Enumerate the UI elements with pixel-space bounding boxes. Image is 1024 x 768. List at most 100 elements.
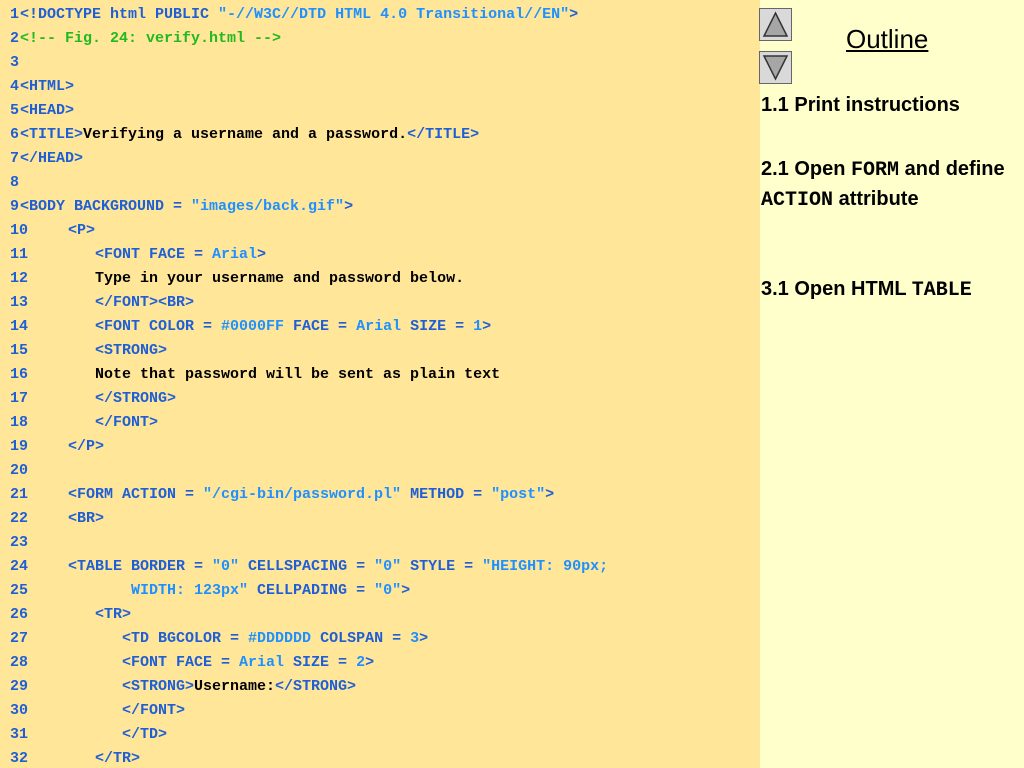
code-line: 24 <TABLE BORDER = "0" CELLSPACING = "0"… [0,555,608,579]
code-tag: <FORM ACTION = [50,486,204,503]
line-number: 25 [10,582,29,599]
code-tag: SIZE = [401,318,474,335]
code-tag: CELLPADING = [248,582,375,599]
previous-slide-button[interactable] [759,8,792,41]
code-line: 31 </TD> [0,723,167,747]
line-number: 2 [10,30,20,47]
code-value: Arial [356,318,402,335]
line-number: 15 [10,342,29,359]
outline-item-code: TABLE [911,279,972,302]
line-number: 14 [10,318,29,335]
code-tag: SIZE = [284,654,357,671]
code-tag: > [419,630,429,647]
code-line: 6<TITLE>Verifying a username and a passw… [0,123,479,147]
line-number: 11 [10,246,29,263]
code-tag: <TABLE BORDER = [50,558,213,575]
code-line: 12 Type in your username and password be… [0,267,464,291]
code-tag: <HEAD> [20,102,75,119]
code-value: "-//W3C//DTD HTML 4.0 Transitional//EN" [218,6,570,23]
code-tag: COLSPAN = [311,630,411,647]
code-value: "images/back.gif" [191,198,345,215]
code-line: 28 <FONT FACE = Arial SIZE = 2> [0,651,374,675]
code-value: "post" [491,486,546,503]
code-tag: <TD BGCOLOR = [50,630,249,647]
code-line: 15 <STRONG> [0,339,167,363]
code-comment: <!-- Fig. 24: verify.html --> [20,30,282,47]
code-line: 19 </P> [0,435,104,459]
code-tag: </TD> [50,726,168,743]
code-tag: <P> [50,222,96,239]
code-tag: > [257,246,267,263]
code-tag: <FONT FACE = [50,246,213,263]
code-value: WIDTH: 123px" [50,582,249,599]
code-text: Username: [194,678,276,695]
line-number: 10 [10,222,29,239]
line-number: 27 [10,630,29,647]
outline-item-code: ACTION [761,189,834,212]
code-line: 17 </STRONG> [0,387,176,411]
code-value: "HEIGHT: 90px; [482,558,609,575]
code-tag: <TITLE> [20,126,84,143]
code-line: 27 <TD BGCOLOR = #DDDDDD COLSPAN = 3> [0,627,428,651]
code-tag: FACE = [284,318,357,335]
code-tag: CELLSPACING = [239,558,375,575]
code-tag: > [344,198,354,215]
outline-item-code: FORM [851,159,900,182]
code-tag: <BODY BACKGROUND = [20,198,192,215]
next-slide-button[interactable] [759,51,792,84]
code-tag: </STRONG> [50,390,177,407]
code-tag: > [545,486,555,503]
code-value: "0" [374,582,402,599]
code-line: 9<BODY BACKGROUND = "images/back.gif"> [0,195,353,219]
code-value: "0" [374,558,402,575]
triangle-down-icon [762,55,789,81]
line-number: 8 [10,174,20,191]
code-line: 3 [0,51,20,75]
code-line: 4<HTML> [0,75,74,99]
code-tag: </P> [50,438,105,455]
line-number: 32 [10,750,29,767]
code-tag: </STRONG> [275,678,357,695]
code-text: Note that password will be sent as plain… [50,366,501,383]
line-number: 16 [10,366,29,383]
line-number: 5 [10,102,20,119]
code-tag: <!DOCTYPE html PUBLIC [20,6,219,23]
line-number: 3 [10,54,20,71]
line-number: 28 [10,654,29,671]
code-value: 2 [356,654,366,671]
code-line: 14 <FONT COLOR = #0000FF FACE = Arial SI… [0,315,491,339]
code-line: 20 [0,459,50,483]
outline-title[interactable]: Outline [846,24,928,55]
outline-item-print-instructions: 1.1 Print instructions [761,91,1019,119]
line-number: 29 [10,678,29,695]
code-line: 7</HEAD> [0,147,83,171]
code-tag: > [401,582,411,599]
code-value: "/cgi-bin/password.pl" [203,486,402,503]
code-line: 13 </FONT><BR> [0,291,194,315]
line-number: 13 [10,294,29,311]
triangle-up-icon [762,11,789,37]
line-number: 21 [10,486,29,503]
line-number: 18 [10,414,29,431]
code-tag: </FONT><BR> [50,294,195,311]
code-value: Arial [212,246,258,263]
line-number: 12 [10,270,29,287]
code-line: 5<HEAD> [0,99,74,123]
code-line: 25 WIDTH: 123px" CELLPADING = "0"> [0,579,410,603]
outline-item-text: and define [899,158,1005,180]
code-line: 10 <P> [0,219,95,243]
code-tag: <FONT COLOR = [50,318,222,335]
line-number: 17 [10,390,29,407]
line-number: 22 [10,510,29,527]
line-number: 24 [10,558,29,575]
code-tag: <HTML> [20,78,75,95]
code-tag: </FONT> [50,414,159,431]
code-tag: </TR> [50,750,141,767]
code-line: 30 </FONT> [0,699,185,723]
code-tag: <FONT FACE = [50,654,240,671]
code-line: 11 <FONT FACE = Arial> [0,243,266,267]
code-value: Arial [239,654,285,671]
code-line: 1<!DOCTYPE html PUBLIC "-//W3C//DTD HTML… [0,3,578,27]
code-tag: > [482,318,492,335]
code-tag: </HEAD> [20,150,84,167]
